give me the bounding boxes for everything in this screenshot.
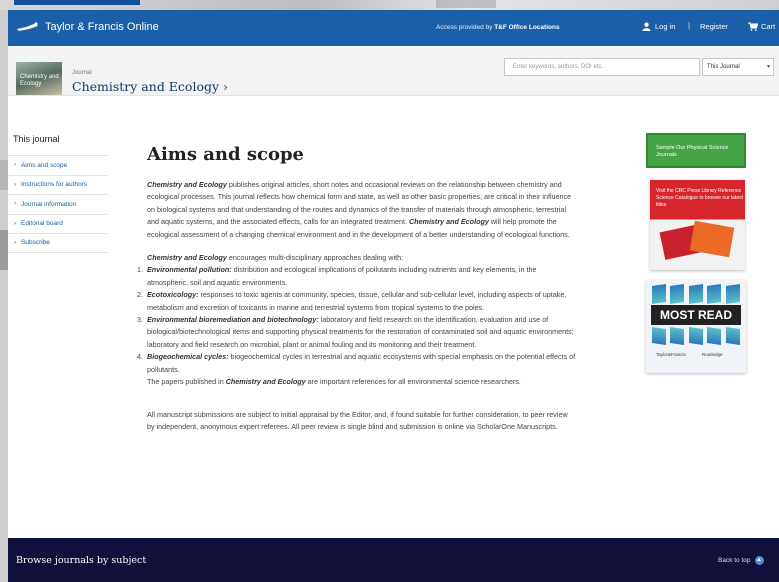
left-edge-shade	[0, 160, 8, 190]
back-to-top-link[interactable]: Back to top ▲	[718, 556, 764, 565]
sidebar-item-instructions-for-authors[interactable]: › Instructions for authors	[8, 174, 108, 195]
lamp-icon	[17, 22, 38, 31]
sidebar-item-label: Journal information	[21, 200, 77, 208]
search-scope-select[interactable]: This Journal ▾	[702, 58, 774, 76]
sidebar-nav: › Aims and scope › Instructions for auth…	[8, 155, 108, 253]
access-info: Access provided by T&F Office Locations	[436, 24, 560, 31]
journal-name: Chemistry and Ecology	[147, 253, 227, 263]
sidebar-item-aims-and-scope[interactable]: › Aims and scope	[8, 155, 108, 175]
header-separator: |	[688, 21, 691, 30]
left-edge-shade-2	[0, 230, 8, 270]
search-placeholder: Enter keywords, authors, DOI etc.	[513, 64, 604, 70]
chevron-down-icon: ▾	[766, 64, 770, 70]
search-input[interactable]: Enter keywords, authors, DOI etc.	[504, 58, 700, 76]
sidebar-item-label: Instructions for authors	[21, 181, 88, 189]
journal-name: Chemistry and Ecology	[147, 180, 227, 189]
book-strip	[652, 283, 741, 305]
publisher-logo: Taylor&Francis	[656, 352, 686, 357]
cart-icon	[748, 22, 758, 31]
crc-press-ad[interactable]: Visit the CRC Press Library Reference Sc…	[650, 180, 745, 270]
sidebar-item-editorial-board[interactable]: › Editorial board	[8, 213, 108, 234]
journal-label: Journal	[72, 70, 92, 76]
list-item: 4. Biogeochemical cycles: biogeochemical …	[137, 351, 577, 376]
brand-name: Taylor & Francis Online	[45, 21, 159, 33]
list-heading: Ecotoxicology:	[147, 290, 199, 300]
list-text: responses to toxic agents at community, …	[147, 290, 567, 312]
list-heading: Biogeochemical cycles:	[147, 352, 229, 362]
back-to-top-label: Back to top	[718, 557, 751, 564]
user-icon	[642, 22, 651, 31]
access-prefix: Access provided by	[436, 24, 493, 31]
sidebar-item-subscribe[interactable]: › Subscribe	[8, 233, 108, 253]
strip-shade	[436, 0, 496, 8]
register-link[interactable]: Register	[700, 22, 728, 31]
publisher-logo: Routledge	[702, 352, 723, 357]
importance-text-2: are important references for all environ…	[305, 377, 521, 387]
list-item: 3. Environmental bioremediation and biote…	[137, 314, 577, 351]
most-read-ad[interactable]: MOST READ Taylor&Francis Routledge	[646, 280, 746, 373]
topics-list: 1. Environmental pollution: distribution …	[137, 264, 577, 376]
importance-paragraph: The papers published in Chemistry and Ec…	[147, 376, 577, 388]
site-footer: Browse journals by subject Back to top ▲	[8, 538, 779, 582]
access-org: T&F Office Locations	[494, 24, 560, 31]
chevron-right-icon: ›	[14, 162, 16, 169]
importance-text: The papers published in	[147, 377, 226, 387]
browser-top-strip	[0, 0, 779, 10]
journal-name: Chemistry and Ecology	[225, 377, 306, 387]
list-heading: Environmental bioremediation and biotech…	[147, 315, 319, 325]
web-page: Taylor & Francis Online Access provided …	[8, 10, 779, 582]
sample-journals-ad[interactable]: Sample Our Physical Science Journals	[646, 133, 746, 168]
scope-value: This Journal	[707, 64, 740, 70]
journal-bar: Chemistry and Ecology Journal Chemistry …	[8, 46, 779, 96]
page: Taylor & Francis Online Access provided …	[0, 0, 779, 582]
journal-name: Chemistry and Ecology	[408, 217, 489, 227]
brand-logo[interactable]: Taylor & Francis Online	[16, 21, 159, 33]
cover-text: Chemistry and Ecology	[20, 74, 59, 87]
chevron-right-icon: ›	[14, 201, 16, 208]
browse-subject-heading: Browse journals by subject	[16, 555, 147, 566]
list-item: 1. Environmental pollution: distribution …	[137, 264, 577, 289]
submission-paragraph: All manuscript submissions are subject t…	[147, 409, 568, 431]
sidebar-item-label: Aims and scope	[21, 161, 68, 169]
list-number: 4.	[137, 352, 143, 362]
cart-link[interactable]: Cart	[748, 22, 775, 31]
sidebar-item-label: Editorial board	[21, 220, 63, 228]
journal-cover[interactable]: Chemistry and Ecology	[16, 62, 62, 95]
approach-text: encourages multi-disciplinary approaches…	[226, 253, 404, 263]
main-content: Aims and scope Chemistry and Ecology pub…	[137, 144, 577, 433]
book-strip	[652, 326, 741, 346]
list-number: 1.	[137, 265, 143, 275]
list-heading: Environmental pollution:	[147, 265, 232, 275]
login-label: Log in	[655, 22, 676, 31]
journal-title[interactable]: Chemistry and Ecology ›	[72, 79, 228, 94]
cart-label: Cart	[761, 22, 776, 31]
ad-text: Sample Our Physical Science Journals	[656, 145, 729, 158]
browser-tab[interactable]	[14, 0, 140, 5]
most-read-title: MOST READ	[651, 305, 741, 325]
approach-paragraph: Chemistry and Ecology encourages multi-d…	[147, 252, 577, 264]
list-item: 2. Ecotoxicology: responses to toxic agen…	[137, 289, 577, 314]
page-title: Aims and scope	[147, 144, 304, 165]
chevron-right-icon: ›	[14, 181, 16, 188]
list-number: 3.	[137, 315, 143, 325]
list-number: 2.	[137, 290, 143, 300]
login-link[interactable]: Log in	[642, 22, 675, 31]
intro-paragraph: Chemistry and Ecology publishes original…	[147, 179, 577, 241]
sidebar-heading: This journal	[13, 134, 60, 144]
chevron-right-icon: ›	[14, 239, 16, 246]
site-header: Taylor & Francis Online Access provided …	[8, 10, 779, 46]
ad-text: Visit the CRC Press Library Reference Sc…	[656, 188, 743, 208]
arrow-up-icon: ▲	[754, 556, 764, 565]
sidebar-item-journal-information[interactable]: › Journal information	[8, 194, 108, 214]
chevron-right-icon: ›	[14, 220, 16, 227]
sidebar-item-label: Subscribe	[21, 239, 50, 247]
